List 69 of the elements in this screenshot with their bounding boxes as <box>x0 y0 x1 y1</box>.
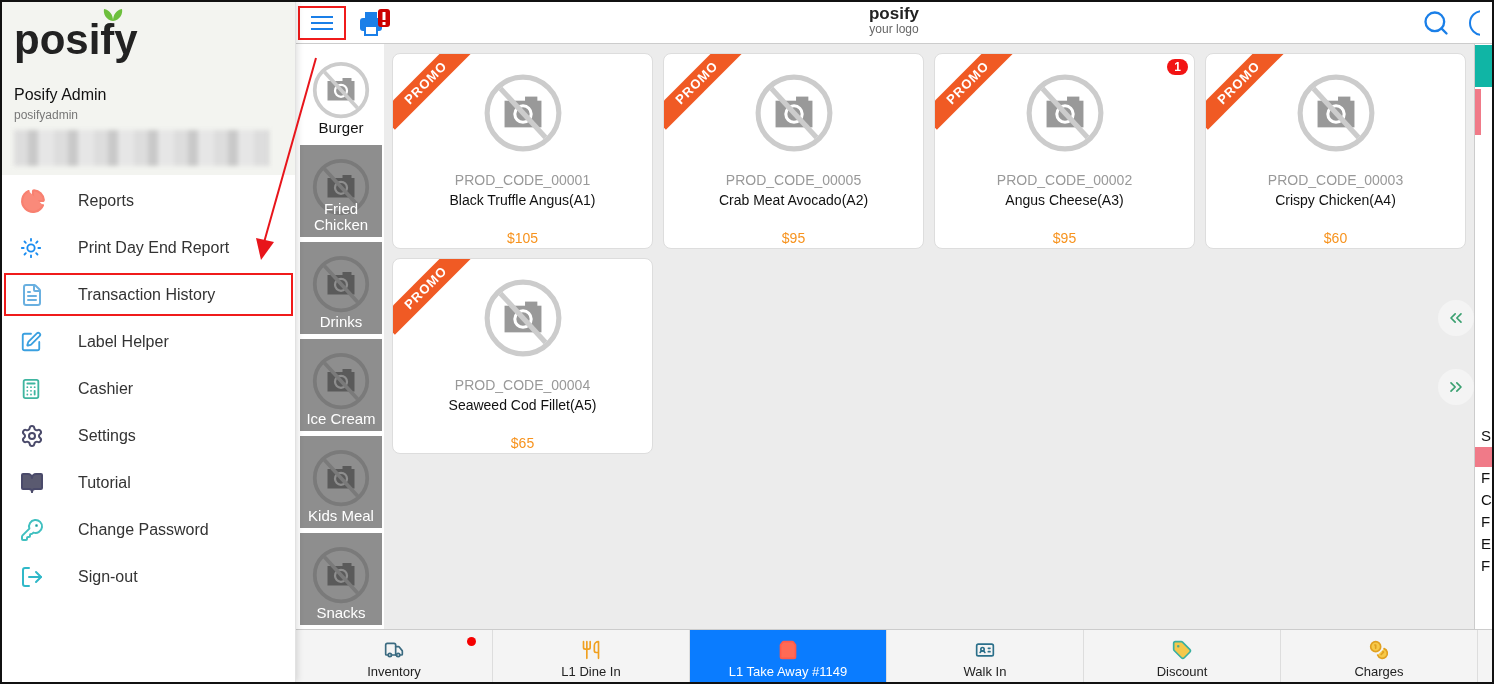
panel-header <box>1475 45 1492 87</box>
product-code: PROD_CODE_00004 <box>454 377 591 393</box>
truck-icon <box>384 640 404 660</box>
leaf-icon <box>102 8 124 22</box>
panel-bar <box>1475 447 1492 467</box>
sun-icon <box>20 236 42 259</box>
menu-item[interactable]: Cashier <box>4 367 293 410</box>
collapse-button[interactable] <box>1438 300 1474 336</box>
product-price: $95 <box>1052 230 1077 246</box>
panel-text: F <box>1480 468 1492 488</box>
menu-button[interactable] <box>298 5 346 40</box>
no-image-icon <box>314 63 368 117</box>
product-name: Angus Cheese(A3) <box>1005 192 1124 208</box>
product-code: PROD_CODE_00001 <box>454 172 591 188</box>
alert-dot <box>467 637 476 646</box>
no-image-icon <box>314 160 368 214</box>
printer-alert-icon[interactable] <box>358 7 392 38</box>
logo-brand: posify <box>868 5 920 22</box>
user-login: posifyadmin <box>14 108 79 122</box>
settings-icon <box>20 423 44 448</box>
logo-caption: your logo <box>869 22 919 36</box>
count-badge: 1 <box>1167 59 1188 75</box>
product-code: PROD_CODE_00005 <box>725 172 862 188</box>
pie-chart-icon <box>20 187 46 214</box>
no-image-icon <box>314 548 368 602</box>
product-name: Crispy Chicken(A4) <box>1275 192 1396 208</box>
panel-text: S <box>1480 426 1492 446</box>
tag-icon <box>1172 640 1192 660</box>
menu-item[interactable]: Reports <box>4 179 293 222</box>
product-price: $60 <box>1323 230 1348 246</box>
order-tab[interactable]: L1 Take Away #1149 <box>690 630 887 682</box>
book-icon <box>20 470 44 495</box>
panel-text: E <box>1480 534 1492 554</box>
no-image-icon <box>314 451 368 505</box>
product-price: $95 <box>781 230 806 246</box>
calculator-icon <box>20 377 42 400</box>
bag-icon <box>778 640 798 660</box>
sign-out-icon <box>20 564 44 589</box>
menu-item[interactable]: Settings <box>4 414 293 457</box>
menu-item[interactable]: Print Day End Report <box>4 226 293 269</box>
menu-item[interactable]: Transaction History <box>4 273 293 316</box>
product-name: Black Truffle Angus(A1) <box>449 192 596 208</box>
user-name: Posify Admin <box>14 86 107 104</box>
menu-item[interactable]: Tutorial <box>4 461 293 504</box>
id-card-icon <box>975 640 995 660</box>
coins-icon <box>1369 640 1389 660</box>
panel-marker <box>1475 89 1481 135</box>
product-name: Seaweed Cod Fillet(A5) <box>448 397 597 413</box>
product-code: PROD_CODE_00002 <box>996 172 1133 188</box>
product-price: $105 <box>506 230 539 246</box>
expand-button[interactable] <box>1438 369 1474 405</box>
utensils-icon <box>581 640 601 660</box>
document-icon <box>20 282 44 307</box>
product-name: Crab Meat Avocado(A2) <box>718 192 869 208</box>
no-image-icon <box>314 354 368 408</box>
menu-item[interactable]: Change Password <box>4 508 293 551</box>
panel-text: F <box>1480 512 1492 532</box>
menu-item[interactable]: Sign-out <box>4 555 293 598</box>
menu-item[interactable]: Label Helper <box>4 320 293 363</box>
menu-icon <box>310 14 334 31</box>
no-image-icon <box>314 257 368 311</box>
key-icon <box>20 517 44 542</box>
panel-text: C <box>1480 490 1492 510</box>
panel-text: F <box>1480 556 1492 576</box>
product-price: $65 <box>510 435 535 451</box>
search-icon[interactable] <box>1422 8 1450 37</box>
pen-icon <box>20 330 42 353</box>
product-code: PROD_CODE_00003 <box>1267 172 1404 188</box>
brand-logo: posify <box>14 14 138 66</box>
